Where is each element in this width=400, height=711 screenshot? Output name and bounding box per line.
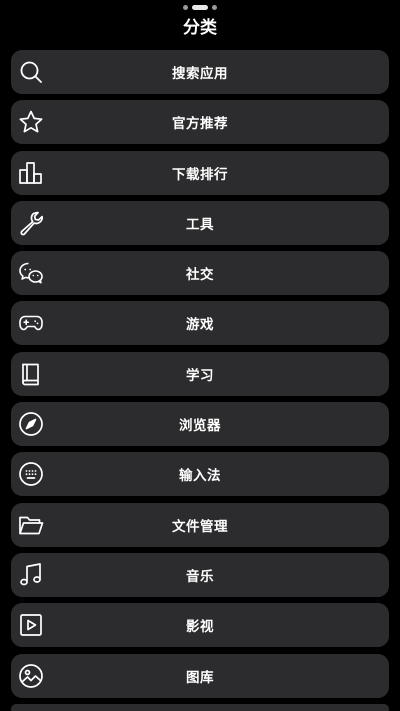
keyboard-icon [18, 461, 44, 487]
video-play-icon [18, 612, 44, 638]
page-dot-active [192, 5, 208, 10]
category-item-input-method[interactable]: 输入法 [11, 452, 389, 497]
gamepad-icon [18, 310, 44, 336]
category-item-music[interactable]: 音乐 [11, 552, 389, 597]
page-indicator [0, 5, 400, 10]
category-label: 影视 [186, 619, 214, 636]
category-item-social[interactable]: 社交 [11, 251, 389, 296]
folder-icon [18, 512, 44, 538]
category-item-ranking[interactable]: 下载排行 [11, 150, 389, 195]
category-label: 输入法 [179, 468, 221, 485]
category-item-learning[interactable]: 学习 [11, 351, 389, 396]
bar-chart-icon [18, 160, 44, 186]
gallery-icon [18, 663, 44, 689]
category-label: 游戏 [186, 317, 214, 334]
search-icon [18, 59, 44, 85]
category-item-video[interactable]: 影视 [11, 603, 389, 648]
wrench-icon [18, 210, 44, 236]
compass-icon [18, 411, 44, 437]
category-screen: 分类 搜索应用 官方推荐 下载排行 工具 社交 游戏 学习 浏览器 输入法 文件… [0, 0, 400, 711]
book-icon [18, 361, 44, 387]
page-dot [183, 5, 188, 10]
category-item-gallery[interactable]: 图库 [11, 653, 389, 698]
category-item-games[interactable]: 游戏 [11, 301, 389, 346]
category-label: 音乐 [186, 568, 214, 585]
category-label: 图库 [186, 669, 214, 686]
chat-bubbles-icon [18, 260, 44, 286]
category-item-search[interactable]: 搜索应用 [11, 50, 389, 94]
category-label: 学习 [186, 367, 214, 384]
star-icon [18, 109, 44, 135]
page-title: 分类 [183, 18, 217, 38]
category-label: 下载排行 [172, 166, 228, 183]
category-label: 浏览器 [179, 418, 221, 435]
category-label: 社交 [186, 267, 214, 284]
category-item-partial[interactable] [11, 703, 389, 711]
category-label: 文件管理 [172, 518, 228, 535]
category-label: 官方推荐 [172, 116, 228, 133]
category-item-tools[interactable]: 工具 [11, 200, 389, 245]
category-label: 搜索应用 [172, 66, 228, 82]
music-note-icon [18, 562, 44, 588]
category-label: 工具 [186, 216, 214, 233]
category-item-browser[interactable]: 浏览器 [11, 402, 389, 447]
category-item-recommended[interactable]: 官方推荐 [11, 100, 389, 145]
page-dot [212, 5, 217, 10]
category-list: 搜索应用 官方推荐 下载排行 工具 社交 游戏 学习 浏览器 输入法 文件管理 … [11, 50, 389, 711]
category-item-file-manager[interactable]: 文件管理 [11, 502, 389, 547]
